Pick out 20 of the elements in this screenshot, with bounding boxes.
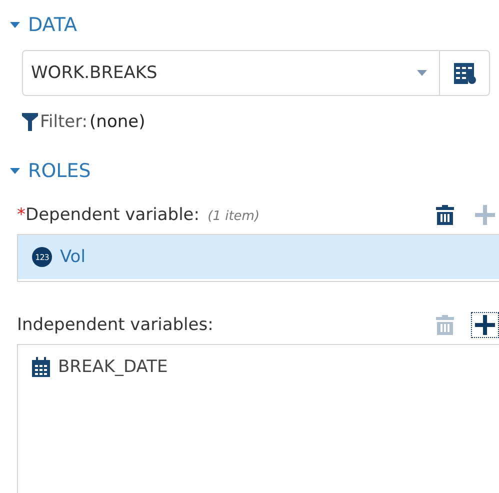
calendar-icon	[32, 357, 50, 377]
plus-icon	[475, 315, 495, 335]
filter-icon	[22, 113, 38, 131]
trash-icon	[436, 205, 454, 225]
plus-icon	[475, 205, 495, 225]
trash-icon	[436, 315, 454, 335]
role-label: Independent variables:	[17, 315, 214, 335]
add-button[interactable]	[471, 312, 499, 338]
section-header[interactable]: ROLES	[10, 160, 91, 182]
variable-item[interactable]: 123 Vol	[18, 235, 499, 279]
caret-icon	[10, 22, 20, 28]
role-label: *Dependent variable: (1 item)	[17, 205, 261, 225]
caret-icon	[10, 168, 20, 174]
variable-item[interactable]: BREAK_DATE	[18, 345, 499, 389]
table-icon	[454, 62, 476, 84]
section-header[interactable]: DATA	[10, 14, 77, 36]
filter-value: (none)	[90, 112, 146, 132]
numeric-icon: 123	[32, 247, 52, 267]
caret-icon	[417, 70, 427, 76]
filter-label: Filter:	[40, 112, 88, 132]
